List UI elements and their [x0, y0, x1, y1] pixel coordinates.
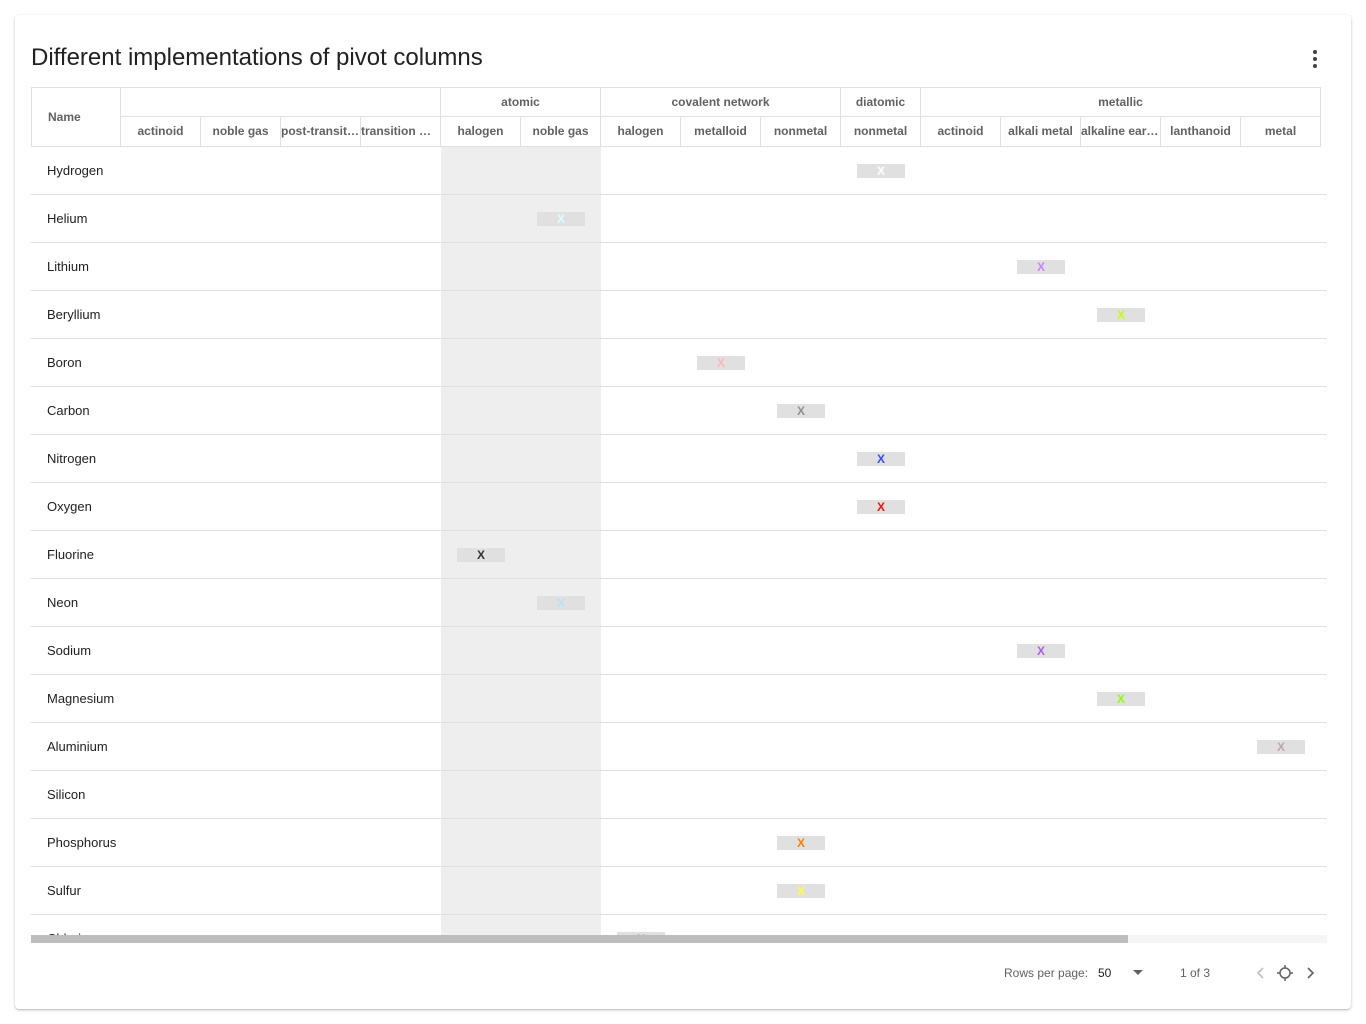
cell-marker: X [1017, 260, 1065, 274]
column-header[interactable]: actinoid [121, 117, 201, 147]
name-column-header[interactable]: Name [31, 87, 121, 147]
row-name: Nitrogen [47, 451, 97, 466]
row-name: Neon [47, 595, 79, 610]
column-header[interactable]: nonmetal [761, 117, 841, 147]
column-header[interactable]: halogen [601, 117, 681, 147]
column-header[interactable]: post-transition metal [281, 117, 361, 147]
page-info: 1 of 3 [1180, 966, 1211, 980]
row-name: Sodium [47, 643, 92, 658]
more-options-icon[interactable] [1299, 45, 1331, 73]
cell-marker: X [857, 164, 905, 178]
cell-marker: X [697, 356, 745, 370]
horizontal-scroll-thumb[interactable] [31, 935, 1128, 943]
table-row[interactable]: Nitrogen X [31, 435, 1327, 483]
rows-per-page-label: Rows per page: [1004, 966, 1089, 980]
table-row[interactable]: Fluorine X [31, 531, 1327, 579]
table-row[interactable]: Oxygen X [31, 483, 1327, 531]
row-name: Beryllium [47, 307, 101, 322]
column-group-header: atomic [441, 87, 601, 117]
row-name: Helium [47, 211, 88, 226]
row-name: Hydrogen [47, 163, 104, 178]
column-header[interactable]: transition metal [361, 117, 441, 147]
row-name: Oxygen [47, 499, 92, 514]
table-row[interactable]: Phosphorus X [31, 819, 1327, 867]
grid-header: Name atomic covalent network diatomic metal… [31, 87, 1327, 147]
column-header[interactable]: halogen [441, 117, 521, 147]
column-header[interactable]: noble gas [201, 117, 281, 147]
grid-card: Different implementations of pivot colum… [15, 15, 1351, 1009]
grid-body: Hydrogen X Helium X Lithium X Beryllium X Boron X… [31, 147, 1327, 935]
table-row[interactable]: Sulfur X [31, 867, 1327, 915]
row-name: Silicon [47, 787, 86, 802]
cell-marker: X [1097, 308, 1145, 322]
table-row[interactable]: Helium X [31, 195, 1327, 243]
cell-marker: X [777, 836, 825, 850]
dropdown-arrow-icon[interactable] [1133, 970, 1143, 975]
row-name: Magnesium [47, 691, 115, 706]
cell-marker: X [1097, 692, 1145, 706]
column-header[interactable]: nonmetal [841, 117, 921, 147]
cell-marker: X [777, 884, 825, 898]
chevron-right-icon [1307, 967, 1315, 979]
row-name: Aluminium [47, 739, 108, 754]
next-page-button[interactable] [1300, 963, 1320, 983]
horizontal-scrollbar[interactable] [31, 935, 1327, 943]
table-row[interactable]: Neon X [31, 579, 1327, 627]
table-row[interactable]: Beryllium X [31, 291, 1327, 339]
table-row[interactable]: Hydrogen X [31, 147, 1327, 195]
row-name: Fluorine [47, 547, 94, 562]
row-name: Boron [47, 355, 82, 370]
reset-page-button[interactable] [1275, 963, 1295, 983]
column-group-header: metallic [921, 87, 1321, 117]
row-name: Carbon [47, 403, 90, 418]
column-header[interactable]: alkaline earth metal [1081, 117, 1161, 147]
table-row[interactable]: Carbon X [31, 387, 1327, 435]
column-header[interactable]: lanthanoid [1161, 117, 1241, 147]
target-icon [1277, 965, 1293, 981]
column-header[interactable]: metalloid [681, 117, 761, 147]
row-name: Sulfur [47, 883, 81, 898]
column-group-header: diatomic [841, 87, 921, 117]
chevron-left-icon [1256, 967, 1264, 979]
cell-marker: X [857, 500, 905, 514]
column-group-header [121, 87, 441, 117]
data-grid: Name atomic covalent network diatomic metal… [31, 87, 1327, 943]
page-title: Different implementations of pivot colum… [31, 44, 483, 71]
table-row[interactable]: Magnesium X [31, 675, 1327, 723]
cell-marker: X [1257, 740, 1305, 754]
pagination-footer: Rows per page: 50 1 of 3 [15, 955, 1351, 991]
table-row[interactable]: ChlorineX [31, 915, 1327, 935]
column-header[interactable]: metal [1241, 117, 1321, 147]
cell-marker: X [777, 404, 825, 418]
table-row[interactable]: Silicon [31, 771, 1327, 819]
column-header[interactable]: actinoid [921, 117, 1001, 147]
cell-marker: X [1017, 644, 1065, 658]
cell-marker: X [537, 596, 585, 610]
cell-marker: X [857, 452, 905, 466]
table-row[interactable]: Boron X [31, 339, 1327, 387]
rows-per-page-select[interactable]: 50 [1098, 966, 1111, 980]
row-name: Phosphorus [47, 835, 117, 850]
column-group-header: covalent network [601, 87, 841, 117]
row-name: Chlorine [47, 915, 117, 935]
cell-marker: X [457, 548, 505, 562]
column-header[interactable]: noble gas [521, 117, 601, 147]
table-row[interactable]: Sodium X [31, 627, 1327, 675]
cell-marker: X [537, 212, 585, 226]
row-name: Lithium [47, 259, 89, 274]
previous-page-button[interactable] [1251, 963, 1271, 983]
column-header[interactable]: alkali metal [1001, 117, 1081, 147]
table-row[interactable]: Lithium X [31, 243, 1327, 291]
table-row[interactable]: Aluminium X [31, 723, 1327, 771]
